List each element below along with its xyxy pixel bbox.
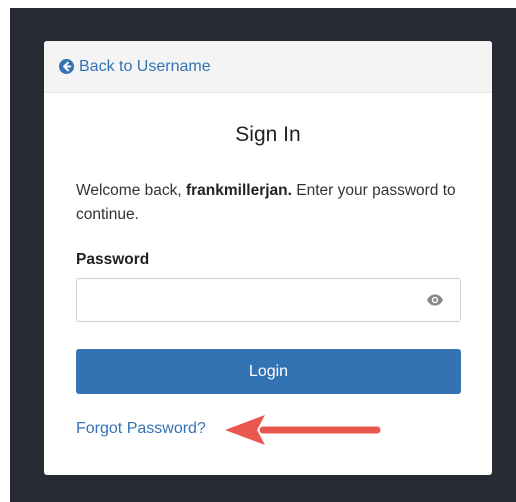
card-header: Back to Username xyxy=(44,41,492,93)
red-arrow-annotation xyxy=(225,415,381,445)
password-label: Password xyxy=(76,251,150,268)
sign-in-card: Back to Username Sign In Welcome back, f… xyxy=(44,41,492,475)
circle-arrow-left-icon xyxy=(59,59,74,74)
forgot-row: Forgot Password? xyxy=(76,415,492,445)
login-button[interactable]: Login xyxy=(76,349,461,394)
eye-icon[interactable] xyxy=(426,293,444,307)
username-text: frankmillerjan. xyxy=(185,182,292,199)
password-input[interactable] xyxy=(87,279,421,321)
back-to-username-link[interactable]: Back to Username xyxy=(59,58,211,76)
back-link-label: Back to Username xyxy=(79,57,211,75)
welcome-prefix: Welcome back, xyxy=(76,182,186,199)
password-field[interactable] xyxy=(76,278,461,322)
forgot-password-link[interactable]: Forgot Password? xyxy=(76,420,206,437)
welcome-message: Welcome back, frankmillerjan. Enter your… xyxy=(76,179,462,227)
page-title: Sign In xyxy=(235,123,301,146)
